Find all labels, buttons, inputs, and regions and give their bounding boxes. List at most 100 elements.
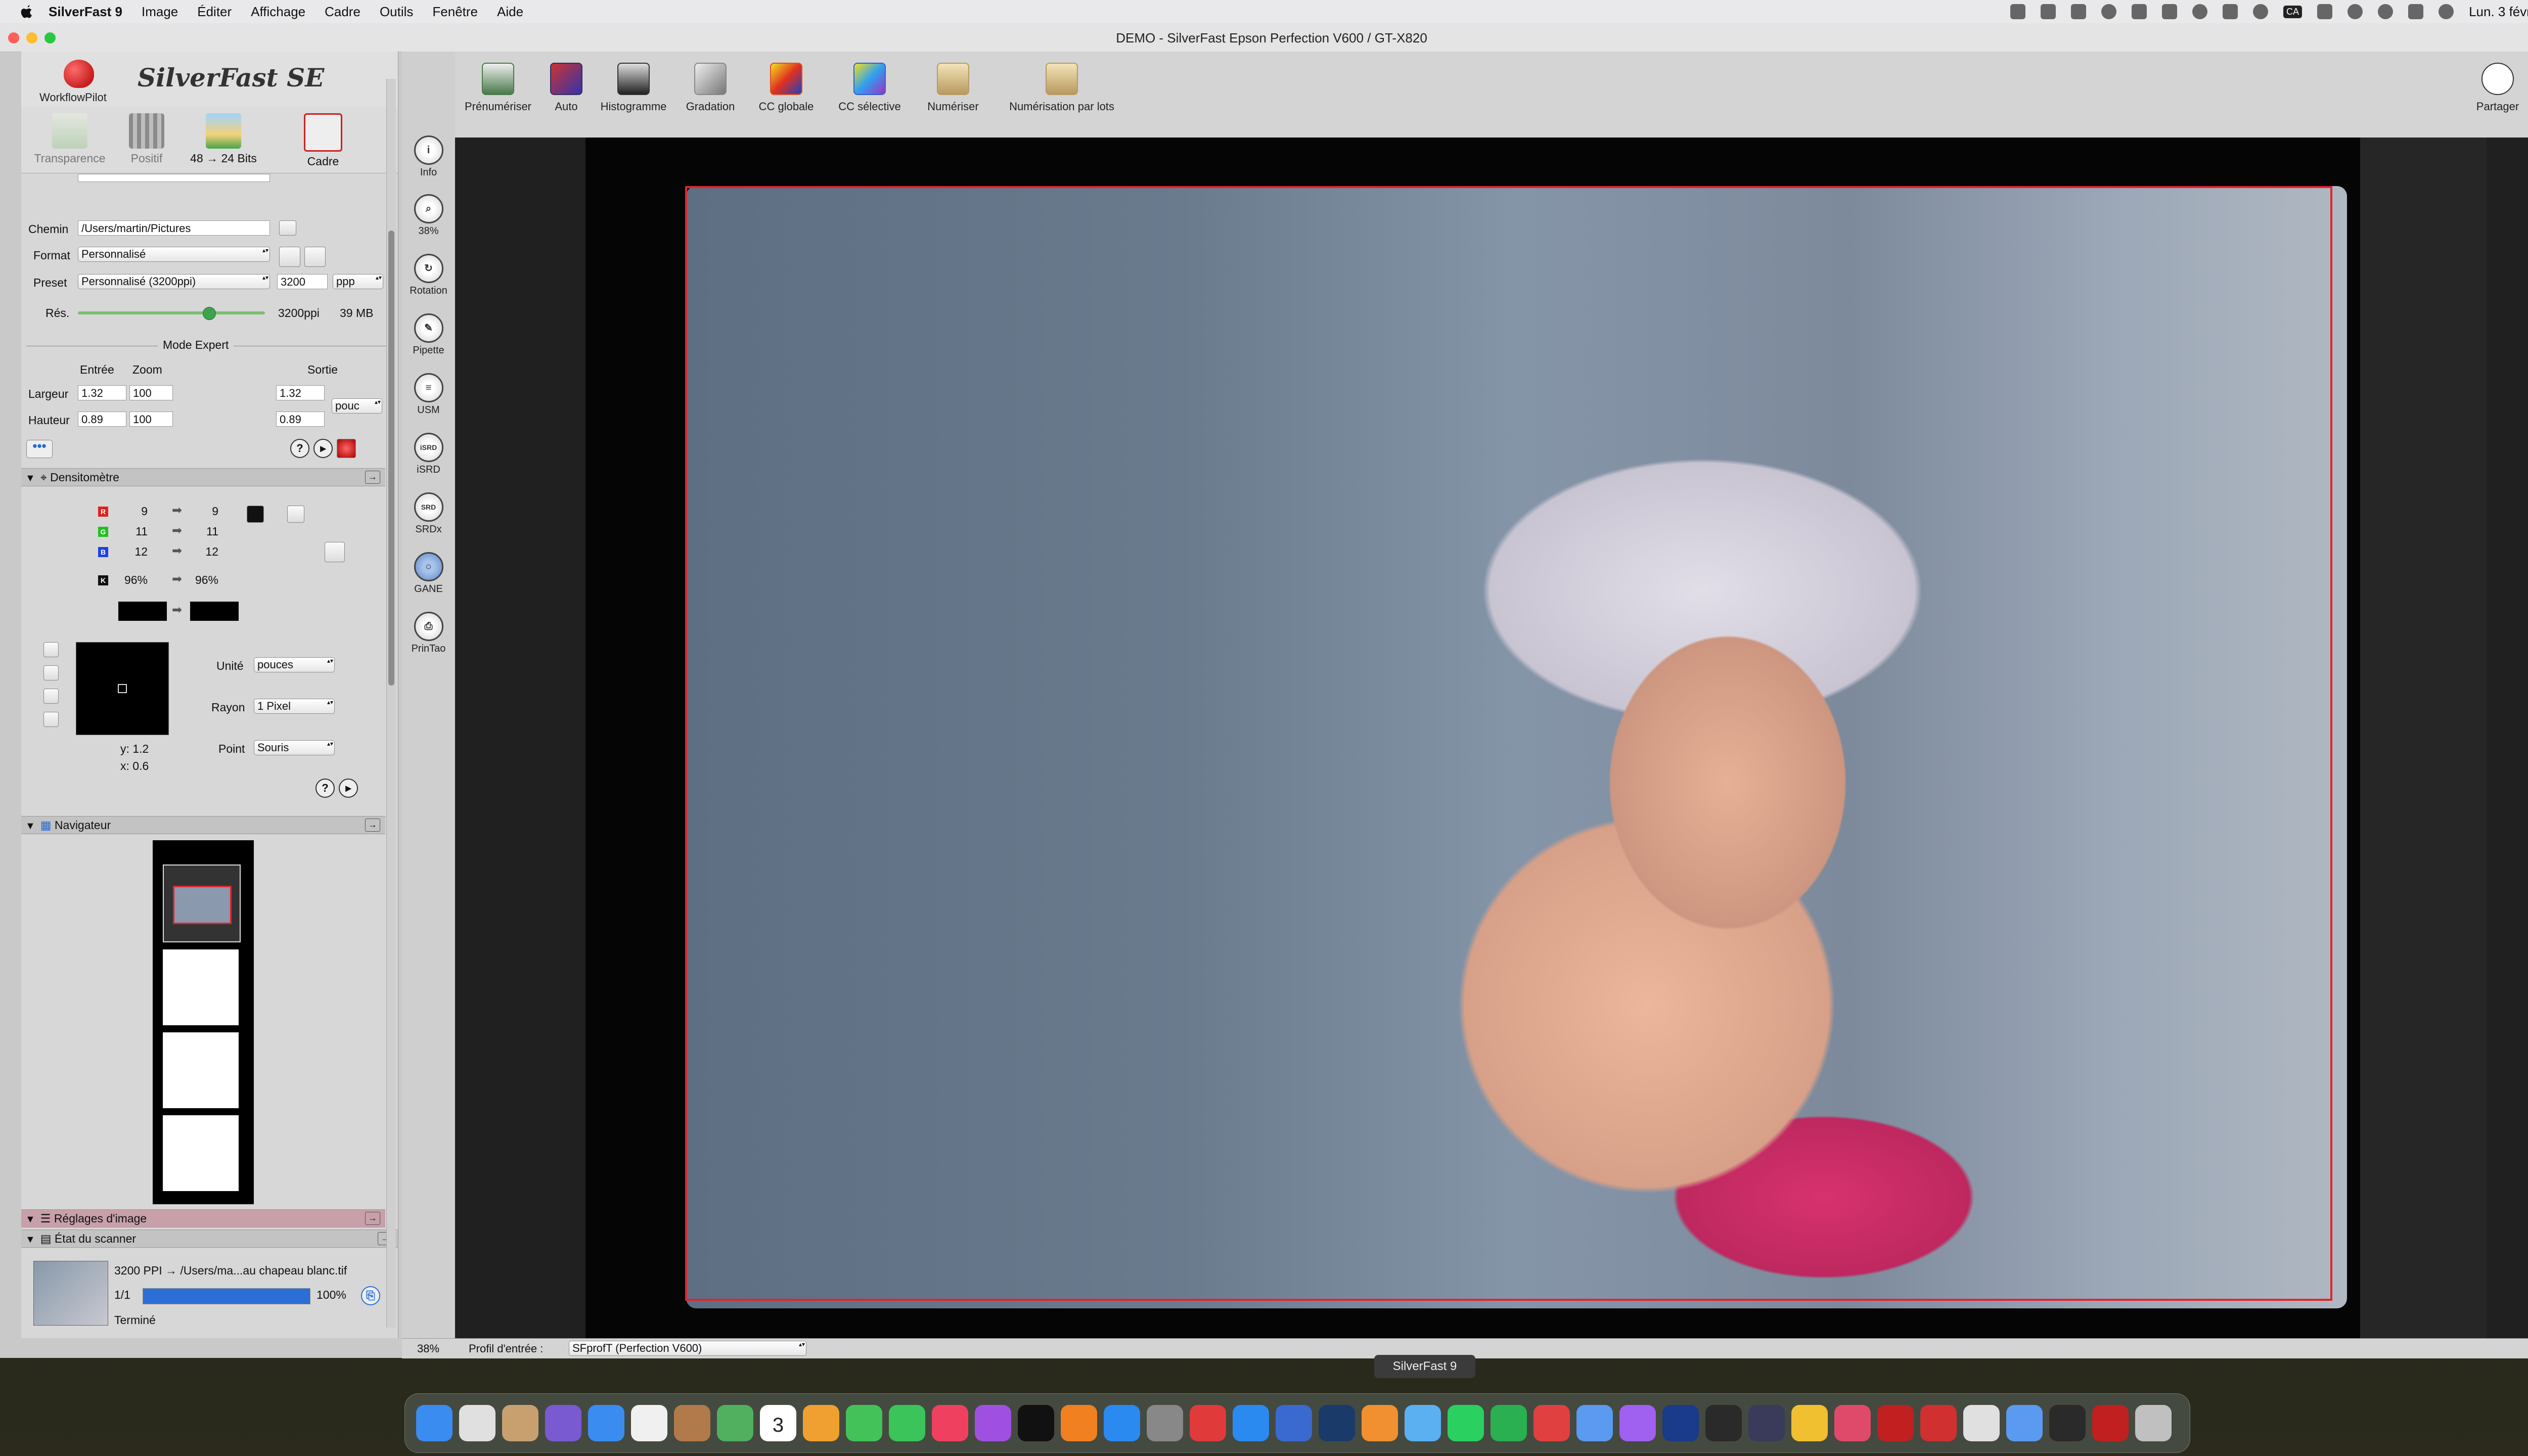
scan-button[interactable]: Numériser <box>920 63 986 113</box>
mail-icon[interactable] <box>588 1405 624 1441</box>
status-app5-icon[interactable] <box>2192 4 2208 19</box>
open-file-icon[interactable]: ⎘ <box>361 1286 380 1305</box>
screenshot-icon[interactable] <box>2049 1405 2086 1441</box>
tool-gane[interactable]: ○ GANE <box>402 552 455 595</box>
densitometer-play-icon[interactable]: ▸ <box>339 779 358 798</box>
activity-icon[interactable] <box>1705 1405 1742 1441</box>
time-machine-icon[interactable] <box>2348 4 2363 19</box>
detach-panel-icon[interactable]: → <box>365 818 380 832</box>
malwarebytes-icon[interactable] <box>2132 4 2147 19</box>
play-icon[interactable] <box>2253 4 2269 19</box>
menu-window[interactable]: Fenêtre <box>432 4 478 20</box>
preset-resolution-field[interactable]: 3200 <box>277 274 328 289</box>
filename-field-partial[interactable] <box>78 174 270 182</box>
news-icon[interactable] <box>1190 1405 1226 1441</box>
podcasts-icon[interactable] <box>975 1405 1011 1441</box>
music-icon[interactable] <box>932 1405 968 1441</box>
height-output-field[interactable]: 0.89 <box>276 412 325 427</box>
tool-isrd[interactable]: iSRD iSRD <box>402 433 455 476</box>
wifi-icon[interactable] <box>2317 4 2333 19</box>
status-app3-icon[interactable] <box>2101 4 2117 19</box>
pages-icon[interactable] <box>1362 1405 1398 1441</box>
maps-icon[interactable] <box>717 1405 753 1441</box>
detach-panel-icon[interactable]: → <box>365 471 380 484</box>
siri-icon[interactable] <box>2439 4 2454 19</box>
print-icon[interactable] <box>1963 1405 2000 1441</box>
detach-panel-icon[interactable]: → <box>365 1212 380 1225</box>
landscape-icon[interactable] <box>304 247 326 267</box>
preset-select[interactable]: Personnalisé (3200ppi) <box>78 274 270 289</box>
menu-help[interactable]: Aide <box>497 4 523 20</box>
height-input-field[interactable]: 0.89 <box>78 412 126 427</box>
width-input-field[interactable]: 1.32 <box>78 385 126 400</box>
acrobat3-icon[interactable] <box>2092 1405 2129 1441</box>
help-icon[interactable]: ? <box>290 439 309 458</box>
left-panel-scrollbar[interactable] <box>386 79 396 1328</box>
scrollbar-thumb[interactable] <box>388 231 394 686</box>
messenger-icon[interactable] <box>1619 1405 1656 1441</box>
tool-pipette[interactable]: ✎ Pipette <box>402 313 455 356</box>
share-button[interactable]: Partager <box>2467 63 2528 113</box>
densitometer-header[interactable]: ▼ ⌖ Densitomètre → <box>21 468 385 486</box>
film-frame-4[interactable] <box>163 1115 239 1191</box>
status-app4-icon[interactable] <box>2162 4 2178 19</box>
menu-image[interactable]: Image <box>142 4 178 20</box>
eject-icon[interactable] <box>2223 4 2238 19</box>
unit-select[interactable]: pouces <box>254 657 335 672</box>
zoom-3-icon[interactable] <box>43 689 59 704</box>
camera-icon[interactable] <box>1834 1405 1871 1441</box>
app-icon[interactable] <box>1533 1405 1570 1441</box>
point-select[interactable]: Souris <box>254 740 335 755</box>
white-point-icon[interactable] <box>287 506 304 523</box>
status-app-icon[interactable] <box>2010 4 2026 19</box>
global-cc-button[interactable]: CC globale <box>753 63 819 113</box>
more-options-icon[interactable]: ••• <box>26 439 53 458</box>
xcode-icon[interactable] <box>1276 1405 1312 1441</box>
scanner-state-header[interactable]: ▼ ▤ État du scanner → <box>21 1230 398 1248</box>
output-unit-select[interactable]: pouc <box>332 398 382 414</box>
settings-icon[interactable] <box>1147 1405 1183 1441</box>
tool-usm[interactable]: ≡ USM <box>402 373 455 416</box>
resolution-slider-knob[interactable] <box>203 307 216 320</box>
books-icon[interactable] <box>1061 1405 1097 1441</box>
batch-scan-button[interactable]: Numérisation par lots <box>996 63 1127 113</box>
menu-edit[interactable]: Éditer <box>197 4 232 20</box>
silverfast-icon[interactable] <box>1405 1405 1441 1441</box>
menu-clock[interactable]: Lun. 3 févr. 17:13 <box>2469 4 2528 20</box>
safari-icon[interactable] <box>1233 1405 1269 1441</box>
width-output-field[interactable]: 1.32 <box>276 385 325 400</box>
mode-frame[interactable]: Cadre <box>290 113 356 168</box>
lightroom-icon[interactable] <box>1319 1405 1355 1441</box>
mode-bit-depth[interactable]: 48 → 24 Bits <box>183 113 264 165</box>
notes-icon[interactable] <box>502 1405 538 1441</box>
disclosure-triangle-icon[interactable]: ▼ <box>25 1231 35 1248</box>
appstore-icon[interactable] <box>1104 1405 1140 1441</box>
files-icon[interactable] <box>1576 1405 1613 1441</box>
calendar-icon[interactable]: 3 <box>760 1405 796 1441</box>
height-zoom-field[interactable]: 100 <box>129 412 173 427</box>
target-crosshair-icon[interactable] <box>325 542 345 562</box>
control-center-icon[interactable] <box>2408 4 2424 19</box>
photos-icon[interactable] <box>803 1405 839 1441</box>
auto-button[interactable]: Auto <box>546 63 586 113</box>
acrobat2-icon[interactable] <box>1920 1405 1957 1441</box>
whatsapp-icon[interactable] <box>1448 1405 1484 1441</box>
acrobat-icon[interactable] <box>1877 1405 1914 1441</box>
disclosure-triangle-icon[interactable]: ▼ <box>25 817 35 835</box>
silverfast-logo-icon[interactable] <box>64 60 94 88</box>
silverfast-menu-icon[interactable] <box>337 439 356 458</box>
tool-srdx[interactable]: SRD SRDx <box>402 492 455 535</box>
menu-app-name[interactable]: SilverFast 9 <box>49 4 122 20</box>
status-app2-icon[interactable] <box>2041 4 2056 19</box>
width-zoom-field[interactable]: 100 <box>129 385 173 400</box>
input-profile-select[interactable]: SFprofT (Perfection V600) <box>569 1341 806 1356</box>
menu-view[interactable]: Affichage <box>251 4 305 20</box>
folder-icon[interactable] <box>279 220 296 236</box>
play-tutorial-icon[interactable]: ▸ <box>313 439 333 458</box>
image-settings-header[interactable]: ▼ ☰ Réglages d'image → <box>21 1209 385 1227</box>
apple-icon[interactable] <box>18 3 35 20</box>
keyboard-input-icon[interactable]: CA <box>2283 5 2303 18</box>
portrait-icon[interactable] <box>279 247 300 267</box>
tool-printao[interactable]: ⎙ PrinTao <box>402 612 455 655</box>
menu-frame[interactable]: Cadre <box>325 4 360 20</box>
